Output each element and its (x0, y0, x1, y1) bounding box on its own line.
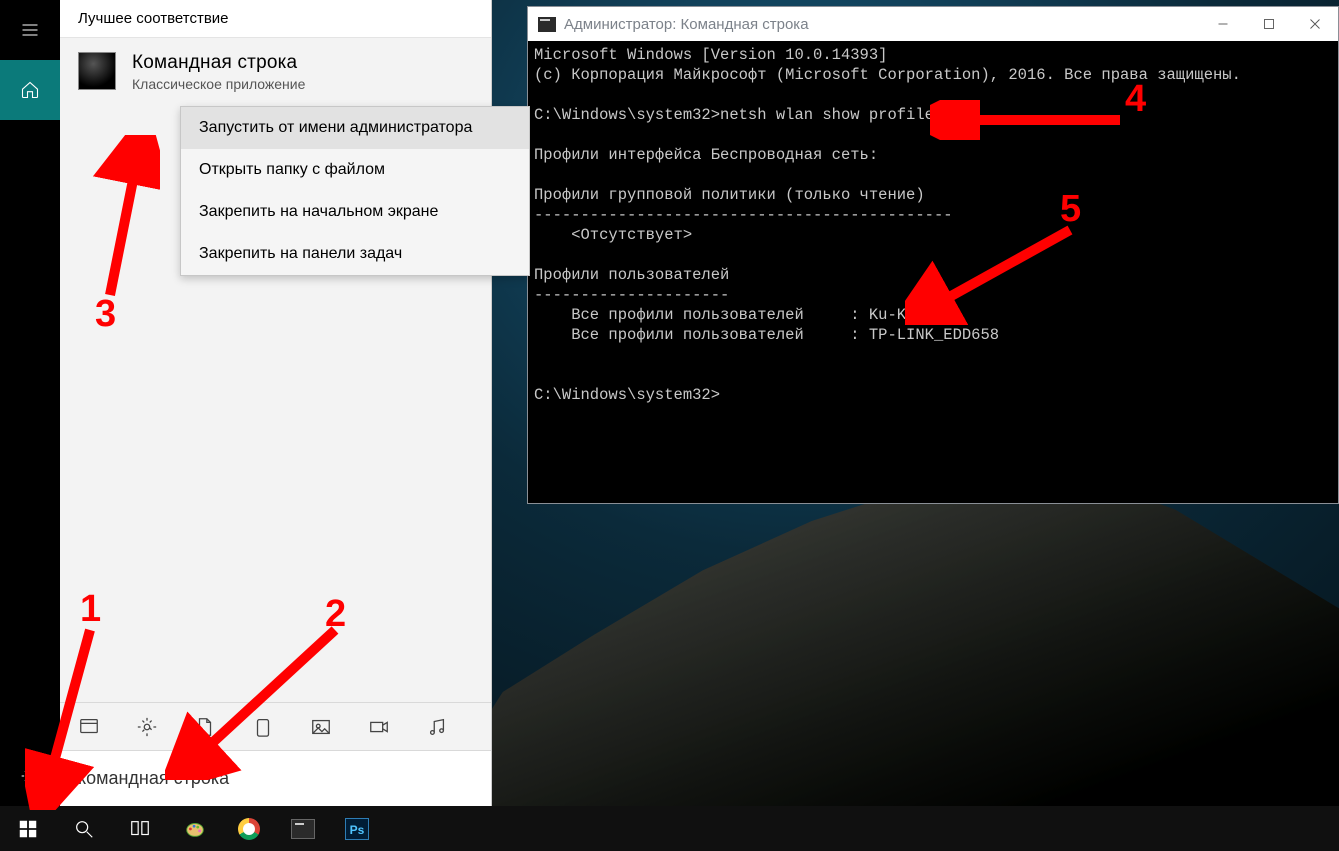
taskbar-app-paint[interactable] (169, 809, 221, 849)
filter-folders-icon[interactable] (252, 716, 274, 738)
settings-gear-icon[interactable] (0, 746, 60, 806)
cmd-window: Администратор: Командная строка Microsof… (527, 6, 1339, 504)
start-search-panel: Лучшее соответствие Командная строка Кла… (60, 0, 492, 806)
paint-icon (183, 818, 207, 840)
start-left-rail (0, 0, 60, 806)
best-match-label: Лучшее соответствие (60, 0, 491, 38)
task-view-icon[interactable] (112, 806, 168, 851)
search-input[interactable]: командная строка (60, 750, 491, 806)
cmd-window-icon (538, 17, 556, 32)
cmd-icon (78, 52, 116, 90)
hamburger-icon[interactable] (0, 0, 60, 60)
terminal-icon (291, 819, 315, 839)
search-result-cmd[interactable]: Командная строка Классическое приложение (60, 38, 491, 100)
filter-apps-icon[interactable] (78, 716, 100, 738)
start-button[interactable] (0, 806, 56, 851)
ctx-open-file-location[interactable]: Открыть папку с файлом (181, 149, 529, 191)
taskbar-app-photoshop[interactable]: Ps (331, 809, 383, 849)
ctx-run-as-admin[interactable]: Запустить от имени администратора (181, 107, 529, 149)
cmd-window-title: Администратор: Командная строка (564, 16, 809, 33)
taskbar: Ps (0, 806, 1339, 851)
chrome-icon (238, 818, 260, 840)
photoshop-icon: Ps (345, 818, 369, 840)
filter-videos-icon[interactable] (368, 716, 390, 738)
ctx-pin-to-taskbar[interactable]: Закрепить на панели задач (181, 233, 529, 275)
ctx-pin-to-start[interactable]: Закрепить на начальном экране (181, 191, 529, 233)
cmd-titlebar[interactable]: Администратор: Командная строка (528, 7, 1338, 41)
filter-music-icon[interactable] (426, 716, 448, 738)
filter-row (60, 702, 491, 750)
close-button[interactable] (1292, 7, 1338, 41)
filter-photos-icon[interactable] (310, 716, 332, 738)
minimize-button[interactable] (1200, 7, 1246, 41)
app-subtitle: Классическое приложение (132, 76, 305, 92)
taskbar-search-icon[interactable] (56, 806, 112, 851)
context-menu: Запустить от имени администратора Открыт… (180, 106, 530, 276)
taskbar-app-chrome[interactable] (223, 809, 275, 849)
home-icon[interactable] (0, 60, 60, 120)
taskbar-app-terminal[interactable] (277, 809, 329, 849)
app-title: Командная строка (132, 52, 305, 74)
cmd-output[interactable]: Microsoft Windows [Version 10.0.14393] (… (528, 41, 1338, 503)
maximize-button[interactable] (1246, 7, 1292, 41)
filter-settings-icon[interactable] (136, 716, 158, 738)
filter-documents-icon[interactable] (194, 716, 216, 738)
